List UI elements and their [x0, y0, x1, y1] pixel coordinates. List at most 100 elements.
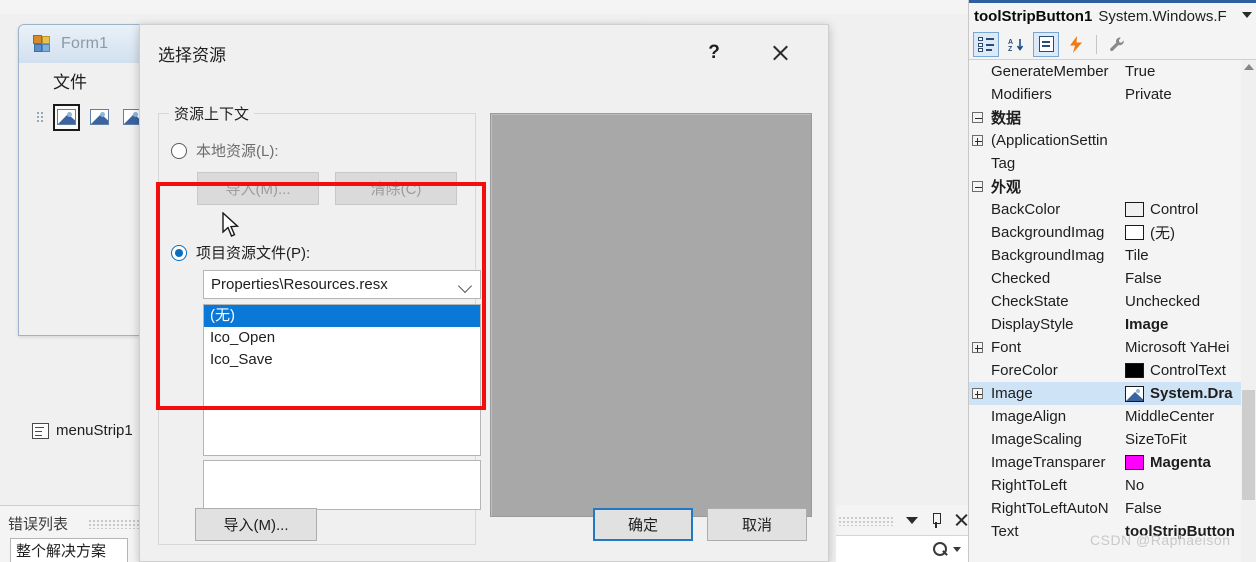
radio-project-resource[interactable] — [171, 244, 187, 261]
local-clear-button: 清除(C) — [335, 172, 457, 205]
property-value-cell[interactable]: True — [1125, 63, 1256, 80]
expander-box — [971, 342, 983, 353]
property-value: SizeToFit — [1125, 431, 1187, 448]
property-row[interactable]: (ApplicationSettin — [969, 129, 1256, 152]
property-row[interactable]: RightToLeft No — [969, 474, 1256, 497]
property-row[interactable]: CheckState Unchecked — [969, 290, 1256, 313]
property-name: BackgroundImag — [991, 247, 1105, 264]
property-value: Microsoft YaHei — [1125, 339, 1230, 356]
expand-icon[interactable] — [969, 342, 985, 353]
toolstrip-button-1[interactable] — [53, 103, 80, 131]
list-item[interactable]: Ico_Open — [204, 327, 480, 349]
property-value: Private — [1125, 86, 1172, 103]
property-name: ImageAlign — [991, 408, 1067, 425]
property-value-cell[interactable]: Control — [1125, 201, 1256, 218]
property-row[interactable]: ImageTransparer Magenta — [969, 451, 1256, 474]
scroll-up-arrow-icon[interactable] — [1244, 64, 1254, 70]
property-value-cell[interactable]: Microsoft YaHei — [1125, 339, 1256, 356]
property-name: 数据 — [991, 110, 1022, 127]
cancel-button[interactable]: 取消 — [707, 508, 807, 541]
local-resource-radio-row[interactable]: 本地资源(L): — [171, 140, 279, 161]
property-value-cell[interactable]: System.Dra — [1125, 385, 1256, 402]
component-tray-menustrip1[interactable]: menuStrip1 — [32, 422, 133, 439]
alphabetical-view-button[interactable]: A Z — [1003, 32, 1029, 57]
close-icon[interactable] — [954, 513, 968, 528]
events-button[interactable] — [1063, 32, 1089, 57]
project-resource-radio-row[interactable]: 项目资源文件(P): — [171, 242, 310, 263]
properties-list[interactable]: GenerateMember True Modifiers Private 数据 (App… — [969, 60, 1256, 562]
property-value-cell[interactable]: SizeToFit — [1125, 431, 1256, 448]
property-value-cell[interactable]: (无) — [1125, 222, 1256, 243]
properties-scrollbar[interactable] — [1241, 60, 1256, 562]
properties-panel: toolStripButton1 System.Windows.F A Z Ge… — [968, 0, 1256, 562]
property-value-cell[interactable]: Private — [1125, 86, 1256, 103]
property-row[interactable]: ForeColor ControlText — [969, 359, 1256, 382]
groupbox-legend: 资源上下文 — [169, 103, 255, 124]
property-value-cell[interactable]: Tile — [1125, 247, 1256, 264]
mouse-cursor — [222, 212, 240, 237]
expand-icon[interactable] — [969, 135, 985, 146]
settings-button[interactable] — [1104, 32, 1130, 57]
ok-button[interactable]: 确定 — [593, 508, 693, 541]
expand-icon[interactable] — [969, 388, 985, 399]
properties-toolbar[interactable]: A Z — [969, 29, 1256, 60]
scrollbar-thumb[interactable] — [1242, 390, 1255, 500]
collapse-icon[interactable] — [969, 112, 985, 123]
property-value: Magenta — [1150, 454, 1211, 471]
property-row[interactable]: BackgroundImag Tile — [969, 244, 1256, 267]
property-row[interactable]: Font Microsoft YaHei — [969, 336, 1256, 359]
property-value-cell[interactable]: False — [1125, 500, 1256, 517]
help-icon[interactable]: ? — [692, 37, 736, 69]
property-value-cell[interactable]: False — [1125, 270, 1256, 287]
property-row[interactable]: DisplayStyle Image — [969, 313, 1256, 336]
property-row[interactable]: 数据 — [969, 106, 1256, 129]
property-row[interactable]: GenerateMember True — [969, 60, 1256, 83]
expander-box — [971, 388, 983, 399]
error-list-title: 错误列表 — [8, 516, 69, 533]
toolstrip-grip[interactable] — [37, 106, 44, 128]
property-row[interactable]: ImageAlign MiddleCenter — [969, 405, 1256, 428]
chevron-down-icon[interactable] — [1242, 12, 1252, 18]
panel-caption-controls — [836, 507, 968, 534]
list-item[interactable]: Ico_Save — [204, 349, 480, 371]
selected-object-type: System.Windows.F — [1098, 7, 1227, 25]
pin-icon[interactable] — [930, 513, 942, 528]
property-value-cell[interactable]: Unchecked — [1125, 293, 1256, 310]
property-row[interactable]: BackgroundImag (无) — [969, 221, 1256, 244]
property-value-cell[interactable]: Image — [1125, 316, 1256, 333]
project-import-button[interactable]: 导入(M)... — [195, 508, 317, 541]
property-value-cell[interactable]: ControlText — [1125, 362, 1256, 379]
resource-listbox[interactable]: (无) Ico_Open Ico_Save — [203, 304, 481, 456]
property-row[interactable]: BackColor Control — [969, 198, 1256, 221]
dialog-close-button[interactable] — [758, 37, 802, 69]
toolstrip-button-2[interactable] — [86, 104, 113, 131]
chevron-down-icon[interactable] — [905, 517, 918, 524]
property-row[interactable]: Image System.Dra — [969, 382, 1256, 405]
radio-local-resource[interactable] — [171, 142, 187, 159]
image-icon — [90, 109, 109, 125]
panel-search-row[interactable] — [836, 535, 968, 562]
list-item[interactable]: (无) — [204, 305, 480, 327]
property-row[interactable]: RightToLeftAutoN False — [969, 497, 1256, 520]
property-value: False — [1125, 500, 1162, 517]
resource-listbox-overflow[interactable] — [203, 460, 481, 510]
error-list-scope-select[interactable]: 整个解决方案 — [10, 538, 128, 562]
property-value-cell[interactable]: MiddleCenter — [1125, 408, 1256, 425]
property-row[interactable]: ImageScaling SizeToFit — [969, 428, 1256, 451]
property-row[interactable]: Modifiers Private — [969, 83, 1256, 106]
property-value-cell[interactable]: No — [1125, 477, 1256, 494]
property-row[interactable]: Checked False — [969, 267, 1256, 290]
properties-header[interactable]: toolStripButton1 System.Windows.F — [969, 3, 1256, 29]
resource-file-value: Properties\Resources.resx — [211, 276, 388, 293]
collapse-icon[interactable] — [969, 181, 985, 192]
property-row[interactable]: Tag — [969, 152, 1256, 175]
property-row[interactable]: 外观 — [969, 175, 1256, 198]
resource-file-select[interactable]: Properties\Resources.resx — [203, 270, 481, 299]
search-icon[interactable] — [933, 541, 948, 557]
property-pages-button[interactable] — [1033, 31, 1059, 57]
menu-item-file[interactable]: 文件 — [47, 66, 93, 95]
categorized-view-button[interactable] — [973, 31, 999, 57]
chevron-down-icon[interactable] — [953, 546, 961, 552]
property-value-cell[interactable]: Magenta — [1125, 454, 1256, 471]
form-title: Form1 — [61, 35, 109, 52]
